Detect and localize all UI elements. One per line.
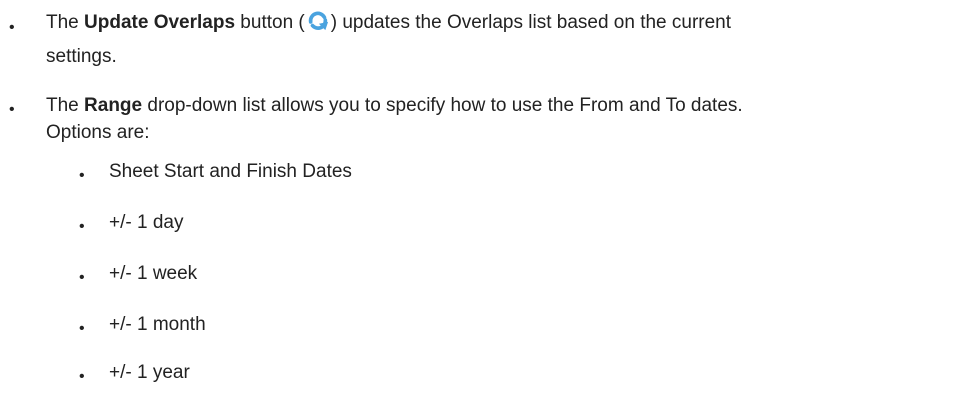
option-text: +/- 1 day <box>109 212 184 233</box>
option-text: +/- 1 week <box>109 263 198 284</box>
refresh-arrow-icon <box>308 11 328 31</box>
item-line-2: Options are: <box>46 122 150 143</box>
range-label: Range <box>84 95 143 116</box>
option-text: +/- 1 year <box>109 362 190 383</box>
sub-bullet-dot: • <box>79 269 85 286</box>
item-line: The Update Overlaps button ( ) updates t… <box>46 11 732 33</box>
update-overlaps-label: Update Overlaps <box>84 12 236 33</box>
sub-bullet-dot: • <box>79 320 85 337</box>
bullet-dot: • <box>9 101 15 118</box>
sub-bullet-dot: • <box>79 167 85 184</box>
option-text: +/- 1 month <box>109 314 206 335</box>
option-text: Sheet Start and Finish Dates <box>109 161 352 182</box>
sub-bullet-dot: • <box>79 368 85 385</box>
bullet-dot: • <box>9 19 15 36</box>
sub-bullet-dot: • <box>79 218 85 235</box>
item-line-2: settings. <box>46 46 117 67</box>
item-line: The Range drop-down list allows you to s… <box>46 95 743 116</box>
